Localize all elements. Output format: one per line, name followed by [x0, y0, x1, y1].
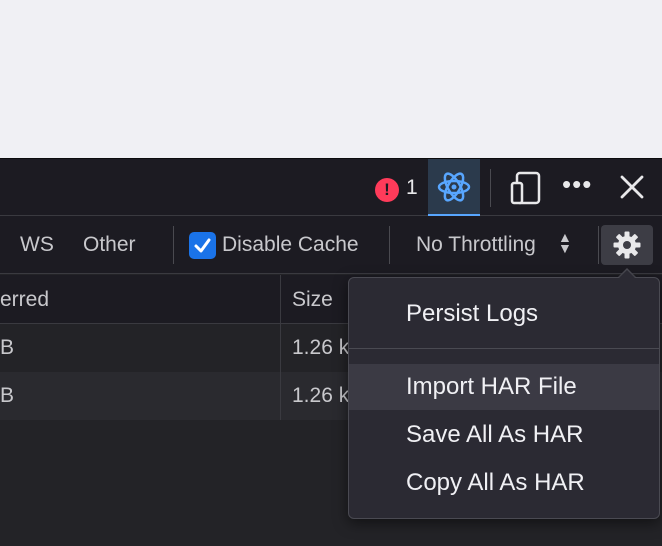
filter-separator	[173, 226, 174, 264]
filter-other-button[interactable]: Other	[83, 233, 136, 257]
more-icon[interactable]: •••	[562, 169, 592, 200]
responsive-design-icon[interactable]	[510, 171, 542, 205]
devtools-toolbox: ! 1 •••	[0, 158, 662, 216]
cell-transferred: B	[0, 336, 15, 359]
column-separator	[280, 372, 281, 420]
cell-size: 1.26 k	[292, 384, 350, 407]
filter-separator	[598, 226, 599, 264]
filter-ws-button[interactable]: WS	[20, 233, 54, 257]
network-filter-bar: WS Other Disable Cache No Throttling ▲ ▼	[0, 216, 662, 274]
column-separator	[280, 324, 281, 372]
toolbar-separator	[490, 169, 491, 207]
disable-cache-label[interactable]: Disable Cache	[222, 233, 359, 257]
menu-item-copy-all-har[interactable]: Copy All As HAR	[349, 460, 659, 506]
column-header-size[interactable]: Size	[292, 275, 333, 324]
react-atom-icon	[437, 172, 471, 202]
menu-item-import-har[interactable]: Import HAR File	[349, 364, 659, 410]
menu-separator	[349, 348, 659, 349]
close-icon[interactable]	[616, 171, 648, 203]
gear-icon	[613, 231, 641, 259]
menu-item-save-all-har[interactable]: Save All As HAR	[349, 412, 659, 458]
page-viewport	[0, 0, 662, 158]
tab-react-components[interactable]	[428, 159, 480, 216]
column-header-transferred[interactable]: erred	[0, 275, 49, 324]
error-count[interactable]: 1	[406, 176, 418, 200]
settings-menu: Persist Logs Import HAR File Save All As…	[348, 277, 660, 519]
disable-cache-checkbox[interactable]	[189, 232, 216, 259]
error-icon[interactable]: !	[375, 178, 399, 202]
checkmark-icon	[194, 238, 211, 253]
menu-pointer-fill	[618, 270, 636, 279]
cell-transferred: B	[0, 384, 15, 407]
select-arrows-icon: ▲ ▼	[558, 229, 572, 256]
cell-size: 1.26 k	[292, 336, 350, 359]
menu-item-persist-logs[interactable]: Persist Logs	[349, 291, 659, 337]
column-separator[interactable]	[280, 275, 281, 324]
settings-button[interactable]	[601, 225, 653, 265]
throttling-select[interactable]: No Throttling	[416, 233, 536, 257]
filter-separator	[389, 226, 390, 264]
